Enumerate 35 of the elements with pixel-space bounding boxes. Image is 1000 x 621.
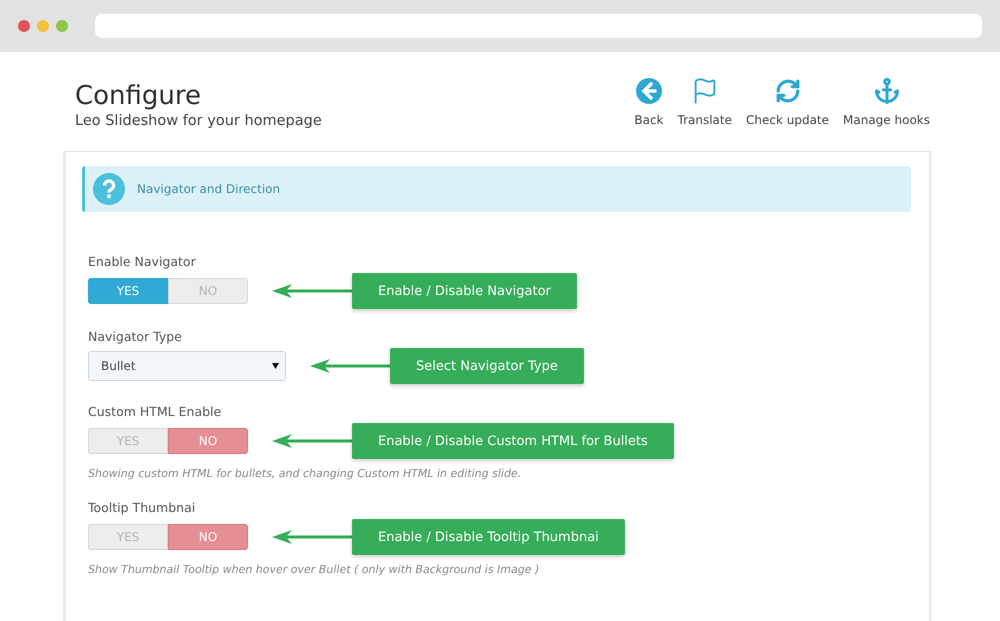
refresh-icon [774,78,800,104]
callout-label: Select Navigator Type [390,348,584,384]
page-title: Configure [75,82,202,111]
minimize-dot[interactable] [37,20,49,32]
callout-label: Enable / Disable Tooltip Thumbnai [352,519,625,555]
callout-label: Enable / Disable Custom HTML for Bullets [352,423,674,459]
toolbar-button[interactable]: Manage hooks [843,76,930,127]
no-option[interactable]: NO [168,278,248,304]
yes-no-switch[interactable]: YES NO [88,428,248,454]
help-text: Show Thumbnail Tooltip when hover over Bullet ( only with Background is Image ) [88,563,540,576]
field-label: Custom HTML Enable [88,404,222,419]
close-dot[interactable] [18,20,30,32]
field-label: Navigator Type [88,329,183,344]
dropdown-caret-icon [272,363,279,369]
field-label: Enable Navigator [88,254,197,269]
toolbar-button[interactable]: Check update [746,76,830,127]
toolbar-button[interactable]: Back [634,76,664,127]
yes-no-switch[interactable]: YES NO [88,278,248,304]
yes-option[interactable]: YES [88,428,168,454]
callout-label: Enable / Disable Navigator [352,273,577,309]
yes-option[interactable]: YES [88,278,168,304]
yes-no-switch[interactable]: YES NO [88,524,248,550]
maximize-dot[interactable] [56,20,68,32]
help-text: Showing custom HTML for bullets, and changing Custom HTML in editing slide. [88,467,522,480]
help-icon [93,173,125,205]
select-dropdown[interactable]: Bullet [88,351,286,381]
no-option[interactable]: NO [168,524,248,550]
yes-option[interactable]: YES [88,524,168,550]
field-label: Tooltip Thumbnai [88,500,196,515]
toolbar-button[interactable]: Translate [678,76,732,127]
address-bar[interactable] [95,14,982,38]
no-option[interactable]: NO [168,428,248,454]
page-subtitle: Leo Slideshow for your homepage [75,112,322,129]
section-title: Navigator and Direction [137,182,280,196]
anchor-icon [872,77,900,105]
